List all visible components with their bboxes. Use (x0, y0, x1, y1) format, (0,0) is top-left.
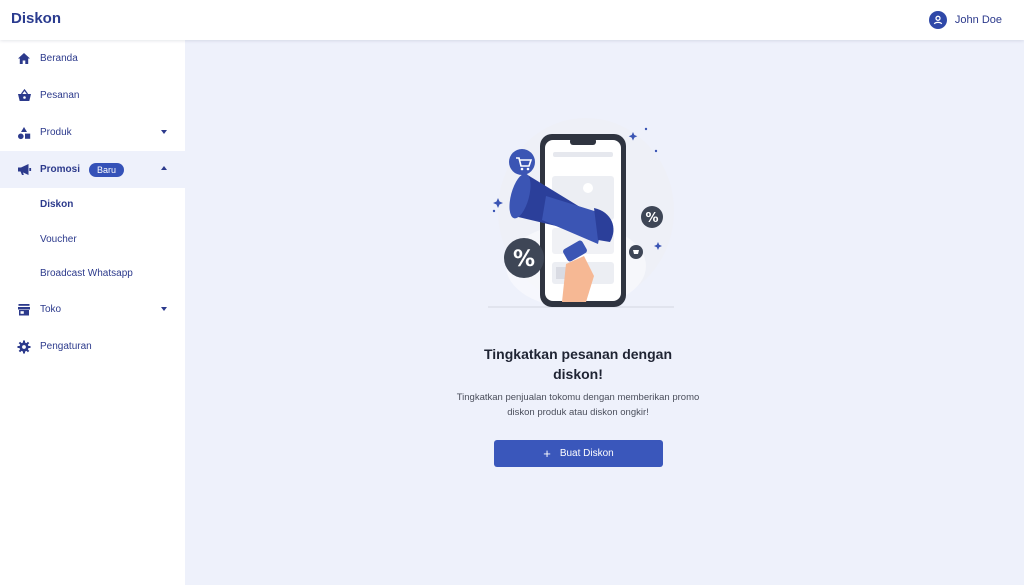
empty-state-title: Tingkatkan pesanan dengan diskon! (451, 344, 705, 384)
chevron-down-icon (161, 307, 167, 311)
sidebar-item-label: Promosi (40, 164, 81, 175)
svg-text:%: % (513, 247, 535, 272)
sidebar-item-toko[interactable]: Toko (0, 291, 185, 328)
megaphone-icon (16, 162, 32, 178)
new-badge: Baru (89, 162, 125, 177)
chevron-down-icon (161, 130, 167, 134)
sidebar-item-beranda[interactable]: Beranda (0, 40, 185, 77)
empty-state-desc-line2: diskon produk atau diskon ongkir! (507, 407, 649, 418)
empty-state-title-line2: diskon! (553, 366, 603, 382)
svg-text:%: % (645, 211, 658, 226)
sidebar-item-pesanan[interactable]: Pesanan (0, 77, 185, 114)
create-discount-label: Buat Diskon (559, 448, 614, 459)
gear-icon (16, 339, 32, 355)
user-circle-icon (928, 11, 947, 29)
sidebar-item-label: Pengaturan (40, 341, 92, 352)
sidebar-item-label: Toko (40, 304, 62, 315)
top-bar: Diskon John Doe (0, 0, 1024, 40)
sidebar-subitem-diskon[interactable]: Diskon (40, 199, 73, 210)
sidebar-item-label: Beranda (40, 53, 78, 64)
plus-icon: + (543, 446, 551, 461)
create-discount-button[interactable]: + Buat Diskon (494, 440, 663, 467)
user-menu[interactable]: John Doe (928, 11, 1002, 29)
shapes-icon (16, 125, 32, 141)
sidebar-item-produk[interactable]: Produk (0, 114, 185, 151)
empty-state-desc-line1: Tingkatkan penjualan tokomu dengan membe… (456, 392, 700, 403)
sidebar-item-promosi[interactable]: Promosi Baru (0, 151, 185, 188)
basket-icon (16, 88, 32, 104)
sidebar-item-label: Pesanan (40, 90, 80, 101)
sidebar: Beranda Pesanan Produk Promosi Baru Disk… (0, 40, 185, 585)
home-icon (16, 51, 32, 67)
user-name: John Doe (954, 14, 1002, 26)
empty-state-title-line1: Tingkatkan pesanan dengan (483, 346, 672, 362)
chevron-up-icon (161, 166, 167, 170)
page-title: Diskon (11, 10, 62, 27)
sidebar-subitem-broadcast-whatsapp[interactable]: Broadcast Whatsapp (40, 268, 133, 279)
sidebar-item-pengaturan[interactable]: Pengaturan (0, 328, 185, 365)
sidebar-subitem-voucher[interactable]: Voucher (40, 234, 77, 245)
empty-state-description: Tingkatkan penjualan tokomu dengan membe… (441, 390, 715, 420)
sidebar-item-label: Produk (40, 127, 72, 138)
promo-illustration: % % (486, 116, 676, 312)
store-icon (16, 302, 32, 318)
